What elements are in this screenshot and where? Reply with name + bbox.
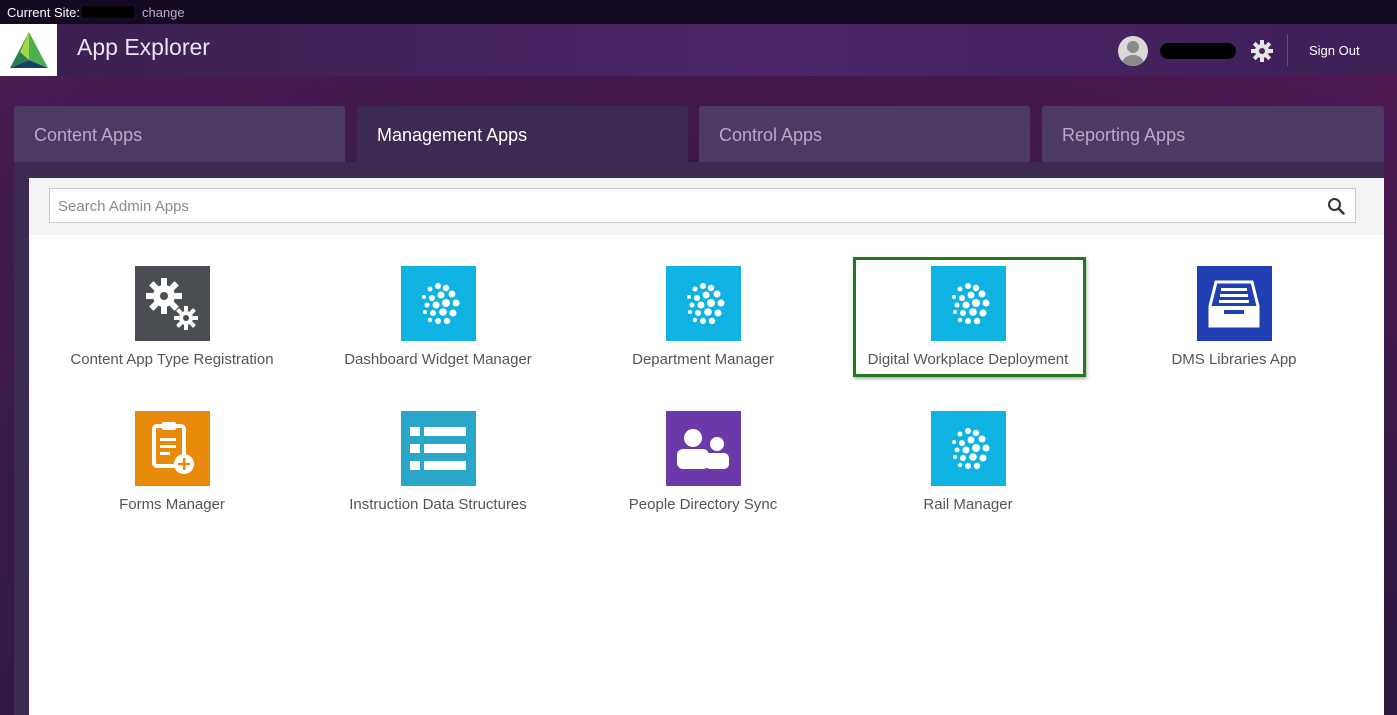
app-label: Content App Type Registration [70,351,274,368]
site-name-redacted [81,6,134,18]
app-label: Department Manager [632,351,774,368]
app-label: Digital Workplace Deployment [867,351,1069,368]
app-label: Dashboard Widget Manager [344,351,532,368]
user-name-redacted [1160,43,1236,59]
globe-dots-icon [400,266,476,341]
list-icon [400,411,476,486]
tab-management-apps[interactable]: Management Apps [357,106,688,163]
app-label: DMS Libraries App [1171,351,1297,368]
app-tile-content-app-type-registration[interactable]: Content App Type Registration [52,266,292,368]
search-icon[interactable] [1327,197,1345,215]
globe-dots-icon [930,266,1006,341]
app-header: App Explorer Sign Out [0,24,1397,76]
logo[interactable] [0,24,57,76]
header-divider [1287,34,1288,66]
app-label: Forms Manager [119,496,225,513]
gear-icon [1251,40,1273,62]
app-tile-dms-libraries-app[interactable]: DMS Libraries App [1114,266,1354,368]
globe-dots-icon [665,266,741,341]
app-tile-dashboard-widget-manager[interactable]: Dashboard Widget Manager [318,266,558,368]
search-input[interactable] [50,189,1330,224]
app-label: People Directory Sync [628,496,778,513]
app-label: Rail Manager [923,496,1013,513]
search-box [49,188,1356,224]
app-tile-digital-workplace-deployment[interactable]: Digital Workplace Deployment [848,266,1088,368]
current-site-label: Current Site: [7,4,80,20]
user-silhouette-icon [1122,41,1144,66]
app-tile-instruction-data-structures[interactable]: Instruction Data Structures [318,411,558,513]
people-icon [665,411,741,486]
app-title: App Explorer [77,34,210,60]
triangle-logo-icon [9,32,48,68]
change-site-link[interactable]: change [142,5,185,20]
inbox-tray-icon [1196,266,1272,341]
globe-dots-icon [930,411,1006,486]
tab-content-apps[interactable]: Content Apps [14,106,345,163]
app-tile-people-directory-sync[interactable]: People Directory Sync [583,411,823,513]
tab-reporting-apps[interactable]: Reporting Apps [1042,106,1384,163]
current-site-bar: Current Site: change [0,0,1397,24]
gears-icon [134,266,210,341]
search-strip [29,178,1384,235]
tab-control-apps[interactable]: Control Apps [699,106,1030,163]
user-avatar[interactable] [1118,36,1148,66]
app-label: Instruction Data Structures [349,496,527,513]
sign-out-link[interactable]: Sign Out [1309,43,1360,58]
app-tile-department-manager[interactable]: Department Manager [583,266,823,368]
clipboard-add-icon [134,411,210,486]
app-tile-rail-manager[interactable]: Rail Manager [848,411,1088,513]
settings-gear-button[interactable] [1250,39,1274,63]
app-tile-forms-manager[interactable]: Forms Manager [52,411,292,513]
